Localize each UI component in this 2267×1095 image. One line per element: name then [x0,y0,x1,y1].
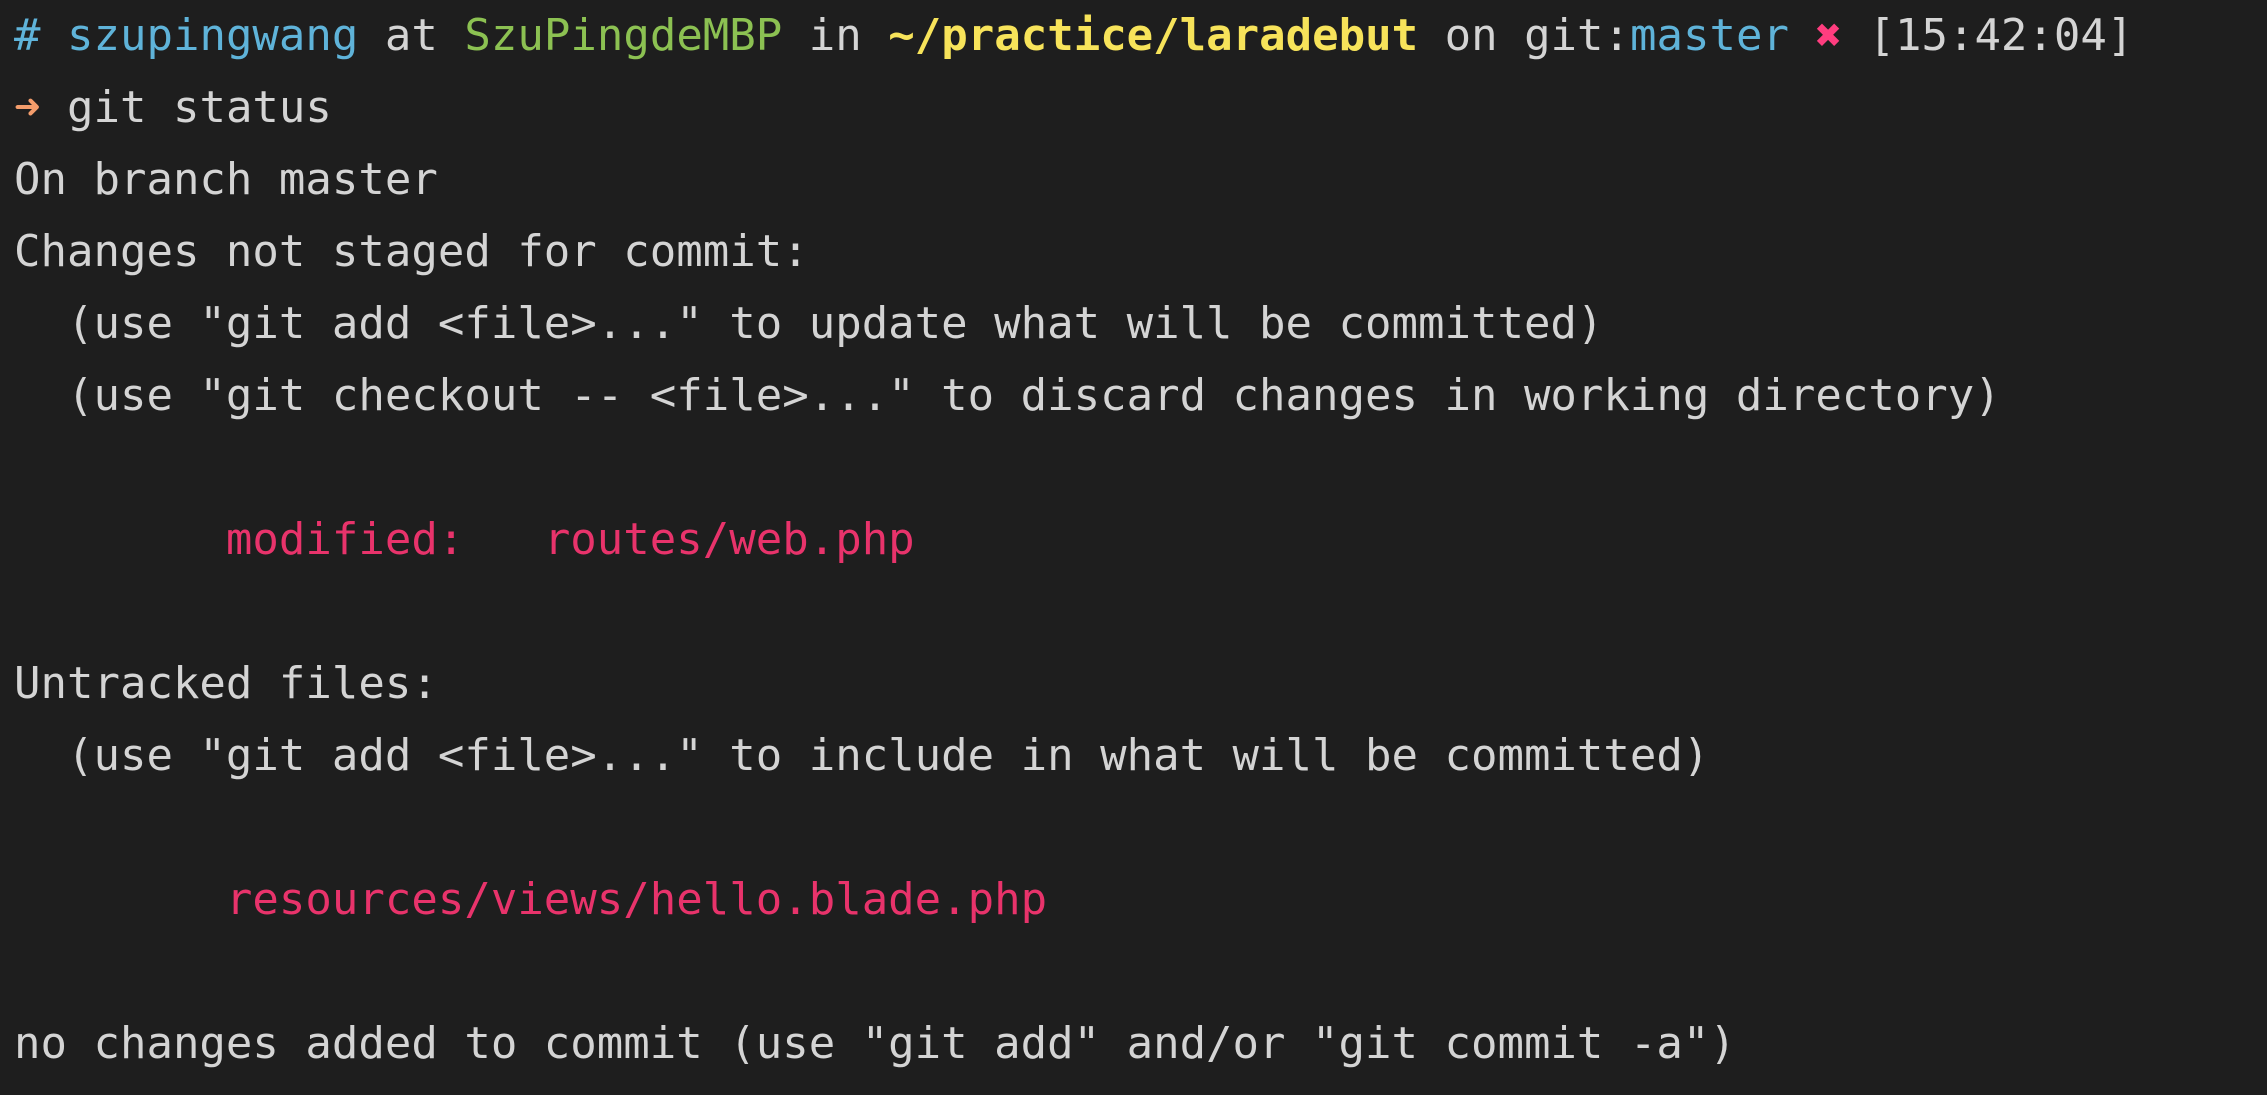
prompt-on: on [1444,10,1498,61]
untracked-header: Untracked files: [14,658,438,709]
prompt-line: # szupingwang at SzuPingdeMBP in ~/pract… [14,0,2267,72]
terminal-window[interactable]: # szupingwang at SzuPingdeMBP in ~/pract… [0,0,2267,1095]
prompt-user: szupingwang [67,10,359,61]
command-text: git status [67,82,332,133]
untracked-indent [14,874,226,925]
prompt-hash: # [14,10,41,61]
command-line[interactable]: ➜ git status [14,72,2267,144]
untracked-file: resources/views/hello.blade.php [225,874,1048,925]
prompt-time: [15:42:04] [1868,10,2134,61]
modified-label: modified: [14,514,544,565]
hint-untracked: (use "git add <file>..." to include in w… [14,730,1710,781]
arrow-icon: ➜ [14,82,41,133]
prompt-at: at [384,10,438,61]
footer-line: no changes added to commit (use "git add… [14,1018,1736,1069]
prompt-path: ~/practice/laradebut [888,10,1419,61]
modified-entry: modified: routes/web.php [14,504,2267,576]
prompt-branch: master [1630,10,1789,61]
not-staged-header: Changes not staged for commit: [14,226,809,277]
hint-checkout: (use "git checkout -- <file>..." to disc… [14,370,2001,421]
hint-add: (use "git add <file>..." to update what … [14,298,1604,349]
dirty-icon: ✖ [1815,10,1842,61]
prompt-git-label: git: [1524,10,1631,61]
branch-line: On branch master [14,154,438,205]
untracked-entry: resources/views/hello.blade.php [14,864,2267,936]
modified-file: routes/web.php [543,514,915,565]
prompt-host: SzuPingdeMBP [464,10,783,61]
prompt-in: in [808,10,862,61]
